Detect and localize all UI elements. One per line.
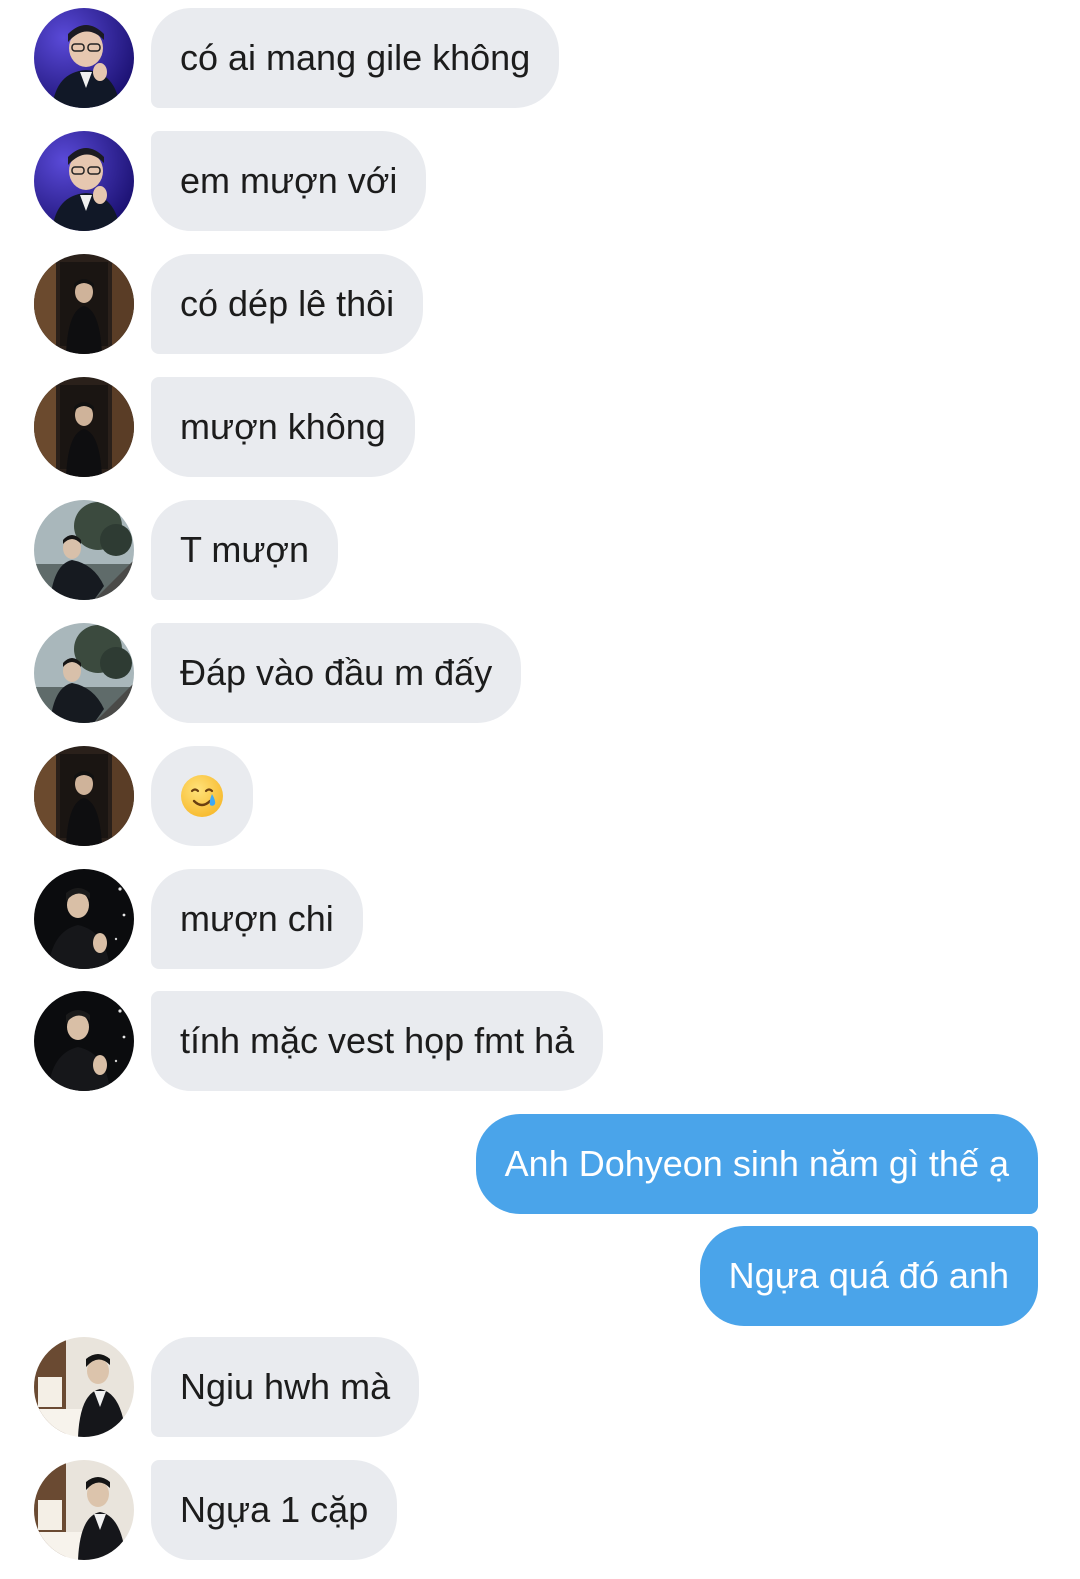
avatar-image bbox=[34, 8, 134, 108]
avatar-image bbox=[34, 131, 134, 231]
avatar-piano-room[interactable] bbox=[34, 1337, 134, 1437]
message-row: Đáp vào đầu m đấy bbox=[0, 623, 1080, 723]
avatar-purple-glasses[interactable] bbox=[34, 131, 134, 231]
message-row: tính mặc vest họp fmt hả bbox=[0, 991, 1080, 1091]
avatar-image bbox=[34, 1337, 134, 1437]
message-row-outgoing: Ngựa quá đó anh bbox=[0, 1226, 1080, 1326]
message-bubble[interactable]: có ai mang gile không bbox=[151, 8, 560, 108]
message-text: Anh Dohyeon sinh năm gì thế ạ bbox=[504, 1143, 1009, 1184]
avatar-dark-room[interactable] bbox=[34, 746, 134, 846]
message-bubble[interactable]: Ngiu hwh mà bbox=[151, 1337, 420, 1437]
message-row: Ngiu hwh mà bbox=[0, 1337, 1080, 1437]
message-text: mượn không bbox=[180, 406, 386, 447]
smiling-face-with-tear-icon bbox=[179, 773, 225, 819]
message-text: Ngựa quá đó anh bbox=[728, 1255, 1009, 1296]
message-bubble[interactable]: có dép lê thôi bbox=[151, 254, 424, 354]
message-text: mượn chi bbox=[180, 898, 334, 939]
message-text: T mượn bbox=[180, 529, 310, 570]
message-text: tính mặc vest họp fmt hả bbox=[180, 1020, 575, 1061]
message-row-outgoing: Anh Dohyeon sinh năm gì thế ạ bbox=[0, 1114, 1080, 1214]
avatar-image bbox=[34, 746, 134, 846]
avatar-dark-room[interactable] bbox=[34, 377, 134, 477]
message-bubble[interactable]: mượn chi bbox=[151, 869, 363, 969]
message-text: Ngựa 1 cặp bbox=[180, 1489, 369, 1530]
message-bubble[interactable]: Ngựa 1 cặp bbox=[151, 1460, 398, 1560]
message-row: em mượn với bbox=[0, 131, 1080, 231]
message-row: Ngựa 1 cặp bbox=[0, 1460, 1080, 1560]
message-text: em mượn với bbox=[180, 160, 398, 201]
message-row: mượn không bbox=[0, 377, 1080, 477]
message-row: có dép lê thôi bbox=[0, 254, 1080, 354]
avatar-image bbox=[34, 623, 134, 723]
message-row bbox=[0, 746, 1080, 846]
message-text: có ai mang gile không bbox=[180, 37, 531, 78]
message-text: Ngiu hwh mà bbox=[180, 1366, 391, 1407]
message-bubble[interactable]: Đáp vào đầu m đấy bbox=[151, 623, 522, 723]
message-row: T mượn bbox=[0, 500, 1080, 600]
message-row: có ai mang gile không bbox=[0, 8, 1080, 108]
avatar-outdoor-tree[interactable] bbox=[34, 500, 134, 600]
avatar-dark-room[interactable] bbox=[34, 254, 134, 354]
avatar-purple-glasses[interactable] bbox=[34, 8, 134, 108]
message-text: có dép lê thôi bbox=[180, 283, 395, 324]
chat-thread: có ai mang gile không em mượn với có dép… bbox=[0, 0, 1080, 1579]
avatar-image bbox=[34, 500, 134, 600]
message-bubble[interactable] bbox=[151, 746, 253, 846]
avatar-image bbox=[34, 1460, 134, 1560]
avatar-black-suit[interactable] bbox=[34, 991, 134, 1091]
message-bubble[interactable]: mượn không bbox=[151, 377, 415, 477]
message-bubble-outgoing[interactable]: Anh Dohyeon sinh năm gì thế ạ bbox=[475, 1114, 1038, 1214]
avatar-image bbox=[34, 869, 134, 969]
avatar-outdoor-tree[interactable] bbox=[34, 623, 134, 723]
message-bubble[interactable]: tính mặc vest họp fmt hả bbox=[151, 991, 604, 1091]
message-text: Đáp vào đầu m đấy bbox=[180, 652, 493, 693]
avatar-image bbox=[34, 254, 134, 354]
message-row: mượn chi bbox=[0, 869, 1080, 969]
avatar-image bbox=[34, 377, 134, 477]
message-bubble[interactable]: em mượn với bbox=[151, 131, 427, 231]
avatar-image bbox=[34, 991, 134, 1091]
message-bubble[interactable]: T mượn bbox=[151, 500, 339, 600]
message-bubble-outgoing[interactable]: Ngựa quá đó anh bbox=[699, 1226, 1038, 1326]
avatar-black-suit[interactable] bbox=[34, 869, 134, 969]
avatar-piano-room[interactable] bbox=[34, 1460, 134, 1560]
